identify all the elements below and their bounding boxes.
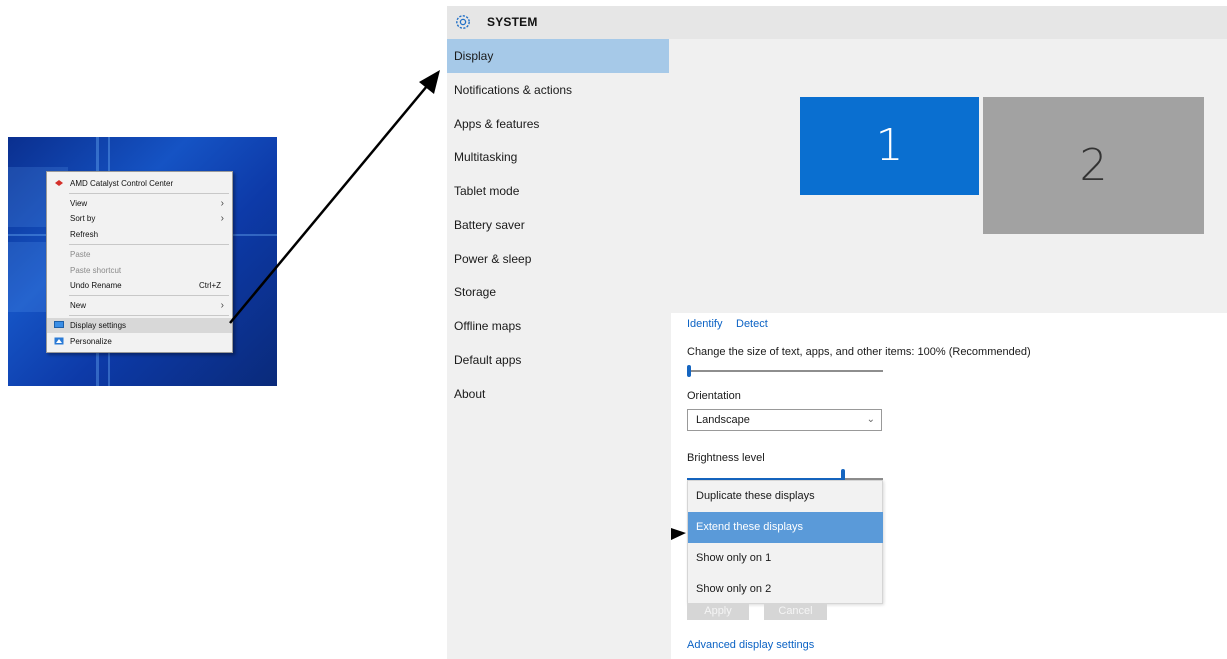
menu-item-label: Personalize [70, 337, 112, 346]
menu-item-paste-shortcut[interactable]: Paste shortcut [47, 263, 232, 278]
personalize-icon [54, 337, 64, 345]
menu-item-label: New [70, 301, 87, 310]
menu-separator [69, 315, 229, 316]
chevron-right-icon: › [220, 213, 224, 224]
menu-shortcut: Ctrl+Z [199, 281, 221, 290]
menu-item-label: Refresh [70, 230, 99, 239]
menu-item-amd-catalyst[interactable]: AMD Catalyst Control Center [47, 176, 232, 191]
menu-item-label: Paste shortcut [70, 266, 122, 275]
cancel-button[interactable]: Cancel [764, 603, 827, 620]
monitor-1-tile[interactable]: 1 [800, 97, 979, 195]
apply-button[interactable]: Apply [687, 603, 749, 620]
menu-item-undo-rename[interactable]: Undo Rename Ctrl+Z [47, 278, 232, 293]
orientation-label: Orientation [687, 390, 741, 402]
option-extend-displays[interactable]: Extend these displays [688, 512, 883, 543]
menu-item-new[interactable]: New › [47, 298, 232, 313]
option-duplicate-displays[interactable]: Duplicate these displays [688, 481, 883, 512]
chevron-right-icon: › [220, 300, 224, 311]
sidebar-item-tablet-mode[interactable]: Tablet mode [447, 174, 669, 208]
scale-label: Change the size of text, apps, and other… [687, 346, 1031, 358]
settings-sidebar: Display Notifications & actions Apps & f… [447, 39, 671, 659]
sidebar-item-apps[interactable]: Apps & features [447, 107, 669, 141]
menu-item-paste[interactable]: Paste [47, 247, 232, 262]
sidebar-item-about[interactable]: About [447, 377, 669, 411]
advanced-display-settings-link[interactable]: Advanced display settings [687, 639, 814, 651]
detect-link[interactable]: Detect [736, 318, 768, 330]
orientation-value: Landscape [696, 414, 750, 426]
settings-title-bar: SYSTEM [447, 6, 1227, 39]
menu-item-sort-by[interactable]: Sort by › [47, 211, 232, 226]
sidebar-item-battery-saver[interactable]: Battery saver [447, 208, 669, 242]
sidebar-item-notifications[interactable]: Notifications & actions [447, 73, 669, 107]
chevron-down-icon: ⌄ [866, 414, 875, 425]
sidebar-item-default-apps[interactable]: Default apps [447, 343, 669, 377]
amd-icon [55, 180, 63, 186]
brightness-label: Brightness level [687, 452, 765, 464]
menu-item-label: AMD Catalyst Control Center [70, 179, 174, 188]
sidebar-item-display[interactable]: Display [447, 39, 669, 73]
option-show-only-1[interactable]: Show only on 1 [688, 543, 883, 574]
menu-item-label: View [70, 199, 88, 208]
menu-item-label: Sort by [70, 214, 96, 223]
sidebar-item-offline-maps[interactable]: Offline maps [447, 309, 669, 343]
menu-separator [69, 244, 229, 245]
arrow-head [419, 70, 440, 94]
desktop-context-menu: AMD Catalyst Control Center View › Sort … [46, 171, 233, 353]
sidebar-item-storage[interactable]: Storage [447, 275, 669, 309]
gear-icon [456, 15, 470, 29]
orientation-dropdown[interactable]: Landscape ⌄ [687, 409, 882, 431]
menu-item-refresh[interactable]: Refresh [47, 227, 232, 242]
menu-item-personalize[interactable]: Personalize [47, 334, 232, 349]
monitor-2-tile[interactable]: 2 [983, 97, 1204, 234]
menu-separator [69, 295, 229, 296]
menu-item-display-settings[interactable]: Display settings [47, 318, 232, 333]
display-arrangement-preview: 1 2 [671, 39, 1227, 313]
slider-track [687, 370, 883, 372]
multiple-displays-dropdown: Duplicate these displays Extend these di… [687, 480, 883, 604]
sidebar-item-power-sleep[interactable]: Power & sleep [447, 242, 669, 276]
display-icon [54, 321, 64, 328]
sidebar-item-multitasking[interactable]: Multitasking [447, 140, 669, 174]
identify-link[interactable]: Identify [687, 318, 722, 330]
menu-item-label: Undo Rename [70, 281, 122, 290]
menu-item-label: Display settings [70, 321, 127, 330]
option-show-only-2[interactable]: Show only on 2 [688, 574, 883, 605]
window-title: SYSTEM [487, 15, 538, 29]
menu-item-label: Paste [70, 250, 91, 259]
slider-thumb[interactable] [687, 365, 691, 377]
chevron-right-icon: › [220, 198, 224, 209]
menu-item-view[interactable]: View › [47, 196, 232, 211]
menu-separator [69, 193, 229, 194]
